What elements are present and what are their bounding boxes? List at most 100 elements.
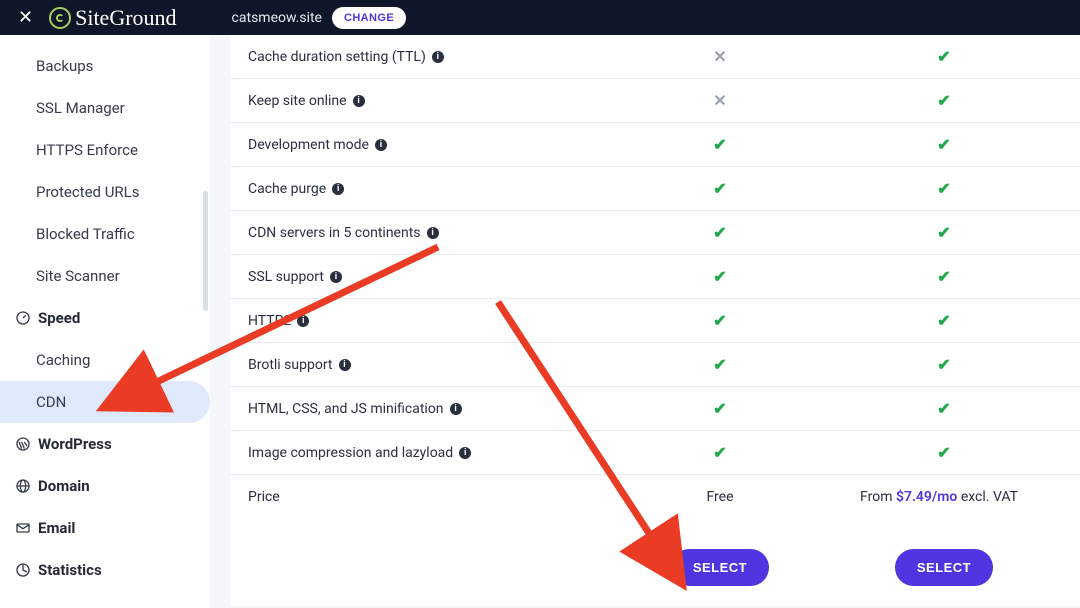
check-icon: ✔ — [713, 443, 726, 462]
sidebar-item-protected-urls[interactable]: Protected URLs — [0, 171, 210, 213]
feature-label: Cache duration setting (TTL) i — [248, 49, 608, 65]
check-icon: ✔ — [937, 355, 950, 374]
check-icon: ✔ — [937, 223, 950, 242]
speed-icon — [14, 309, 32, 327]
price-label: Price — [248, 489, 608, 505]
feature-col-premium: ✔ — [832, 179, 1056, 198]
price-row: PriceFreeFrom $7.49/mo excl. VAT — [230, 475, 1080, 519]
feature-col-free: ✔ — [608, 311, 832, 330]
select-free-button[interactable]: SELECT — [671, 549, 769, 586]
info-icon[interactable]: i — [353, 95, 365, 107]
feature-col-free: ✔ — [608, 443, 832, 462]
feature-col-premium: ✔ — [832, 267, 1056, 286]
sidebar-item-site-scanner[interactable]: Site Scanner — [0, 255, 210, 297]
mail-icon — [14, 519, 32, 537]
sidebar-item-https-enforce[interactable]: HTTPS Enforce — [0, 129, 210, 171]
scrollbar[interactable] — [203, 191, 208, 311]
sidebar-item-caching[interactable]: Caching — [0, 339, 210, 381]
check-icon: ✔ — [713, 311, 726, 330]
feature-row: Keep site online i✕✔ — [230, 79, 1080, 123]
feature-col-free: ✔ — [608, 399, 832, 418]
plan-actions: SELECT SELECT — [230, 519, 1080, 606]
info-icon[interactable]: i — [432, 51, 444, 63]
cross-icon: ✕ — [713, 47, 726, 66]
check-icon: ✔ — [937, 179, 950, 198]
close-icon[interactable]: ✕ — [10, 7, 41, 28]
feature-row: Development mode i✔✔ — [230, 123, 1080, 167]
sidebar-section-email[interactable]: Email — [0, 507, 210, 549]
info-icon[interactable]: i — [332, 183, 344, 195]
feature-row: Cache duration setting (TTL) i ✕ ✔ — [230, 35, 1080, 79]
feature-row: HTTP2 i ✔ ✔ — [230, 299, 1080, 343]
feature-col-free: ✕ — [608, 47, 832, 66]
select-premium-button[interactable]: SELECT — [895, 549, 993, 586]
check-icon: ✔ — [713, 135, 726, 154]
feature-row: HTML, CSS, and JS minification i ✔ ✔ — [230, 387, 1080, 431]
info-icon[interactable]: i — [339, 359, 351, 371]
feature-col-free: ✔ — [608, 223, 832, 242]
sidebar-section-domain[interactable]: Domain — [0, 465, 210, 507]
feature-col-premium: ✔ — [832, 47, 1056, 66]
swirl-icon — [49, 7, 71, 29]
sidebar-section-label: WordPress — [38, 435, 112, 453]
feature-col-free: ✔ — [608, 179, 832, 198]
wordpress-icon — [14, 435, 32, 453]
feature-row: Brotli support i ✔ ✔ — [230, 343, 1080, 387]
feature-col-premium: ✔ — [832, 443, 1056, 462]
sidebar-section-wordpress[interactable]: WordPress — [0, 423, 210, 465]
check-icon: ✔ — [937, 399, 950, 418]
feature-col-premium: ✔ — [832, 399, 1056, 418]
feature-label: HTML, CSS, and JS minification i — [248, 401, 608, 417]
sidebar-item-ssl-manager[interactable]: SSL Manager — [0, 87, 210, 129]
info-icon[interactable]: i — [375, 139, 387, 151]
sidebar-item-cdn[interactable]: CDN — [0, 381, 210, 423]
feature-col-free: ✔ — [608, 135, 832, 154]
feature-label: Brotli support i — [248, 357, 608, 373]
sidebar-item-backups[interactable]: Backups — [0, 45, 210, 87]
price-premium: From $7.49/mo excl. VAT — [832, 489, 1056, 505]
stats-icon — [14, 561, 32, 579]
feature-label: SSL support i — [248, 269, 608, 285]
feature-row: CDN servers in 5 continents i✔✔ — [230, 211, 1080, 255]
app-header: ✕ SiteGround catsmeow.site CHANGE — [0, 0, 1080, 35]
feature-label: Image compression and lazyload i — [248, 445, 608, 461]
info-icon[interactable]: i — [297, 315, 309, 327]
info-icon[interactable]: i — [330, 271, 342, 283]
change-site-button[interactable]: CHANGE — [332, 7, 406, 29]
info-icon[interactable]: i — [427, 227, 439, 239]
check-icon: ✔ — [937, 47, 950, 66]
info-icon[interactable]: i — [459, 447, 471, 459]
sidebar: Backups SSL Manager HTTPS Enforce Protec… — [0, 35, 210, 608]
sidebar-item-blocked-traffic[interactable]: Blocked Traffic — [0, 213, 210, 255]
globe-icon — [14, 477, 32, 495]
cross-icon: ✕ — [713, 91, 726, 110]
feature-row: Image compression and lazyload i ✔ ✔ — [230, 431, 1080, 475]
brand-logo[interactable]: SiteGround — [49, 5, 176, 31]
sidebar-section-label: Speed — [38, 309, 80, 327]
feature-col-premium: ✔ — [832, 223, 1056, 242]
sidebar-section-label: Statistics — [38, 561, 102, 579]
feature-col-free: ✔ — [608, 355, 832, 374]
sidebar-section-label: Email — [38, 519, 75, 537]
feature-label: HTTP2 i — [248, 313, 608, 329]
sidebar-section-statistics[interactable]: Statistics — [0, 549, 210, 591]
check-icon: ✔ — [713, 179, 726, 198]
check-icon: ✔ — [713, 399, 726, 418]
sidebar-section-speed[interactable]: Speed — [0, 297, 210, 339]
feature-row: SSL support i✔✔ — [230, 255, 1080, 299]
check-icon: ✔ — [937, 443, 950, 462]
feature-col-premium: ✔ — [832, 311, 1056, 330]
check-icon: ✔ — [713, 355, 726, 374]
feature-col-premium: ✔ — [832, 91, 1056, 110]
price-free: Free — [608, 489, 832, 505]
check-icon: ✔ — [937, 311, 950, 330]
price-link[interactable]: $7.49/mo — [896, 489, 957, 505]
check-icon: ✔ — [937, 91, 950, 110]
info-icon[interactable]: i — [450, 403, 462, 415]
feature-col-premium: ✔ — [832, 355, 1056, 374]
check-icon: ✔ — [713, 223, 726, 242]
site-domain: catsmeow.site — [232, 10, 322, 26]
check-icon: ✔ — [937, 135, 950, 154]
feature-col-free: ✔ — [608, 267, 832, 286]
feature-col-free: ✕ — [608, 91, 832, 110]
